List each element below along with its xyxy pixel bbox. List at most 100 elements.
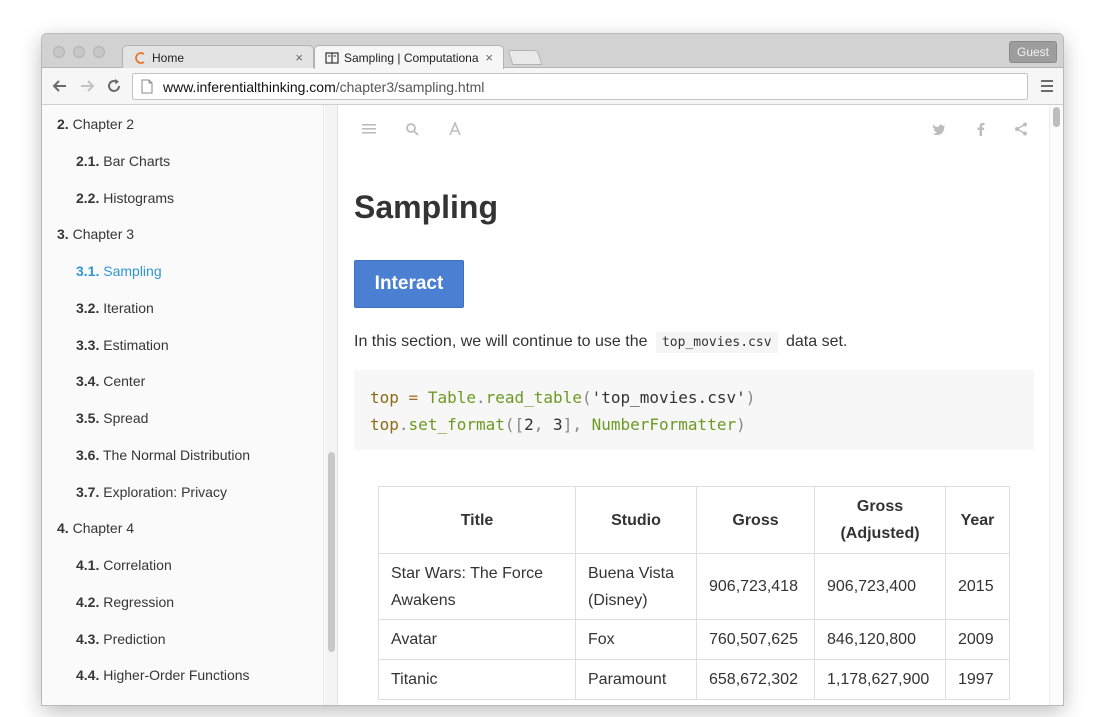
tab-sampling[interactable]: Sampling | Computational and ×: [314, 45, 504, 69]
column-header-year: Year: [945, 486, 1010, 554]
sidebar-item[interactable]: 4.1. Correlation: [76, 557, 172, 573]
sidebar-item[interactable]: 4. Chapter 4: [57, 520, 134, 536]
sidebar-item-number: 3.4.: [76, 373, 100, 390]
share-icon[interactable]: [1014, 122, 1028, 136]
new-tab-button[interactable]: [507, 50, 543, 65]
sidebar-item-label: Chapter 3: [72, 226, 135, 243]
hamburger-menu-icon[interactable]: [1041, 80, 1053, 92]
book-icon: [325, 51, 339, 64]
table-cell: 2009: [945, 619, 1010, 660]
search-icon[interactable]: [405, 122, 419, 136]
forward-arrow-icon[interactable]: [78, 77, 96, 95]
code-token: 2: [524, 415, 534, 434]
code-token: 3: [553, 415, 563, 434]
font-settings-icon[interactable]: [448, 122, 462, 136]
sidebar-item-number: 4.2.: [76, 593, 100, 610]
sidebar-item-label: Iteration: [103, 299, 154, 316]
code-token: 'top_movies.csv': [591, 388, 746, 407]
code-token: =: [398, 388, 428, 407]
table-cell: 906,723,400: [814, 553, 946, 620]
facebook-icon[interactable]: [974, 122, 988, 136]
sidebar-item[interactable]: 3.2. Iteration: [76, 300, 154, 316]
close-icon[interactable]: ×: [485, 50, 493, 65]
back-arrow-icon[interactable]: [51, 77, 69, 95]
movies-table: Title Studio Gross Gross (Adjusted) Year…: [378, 486, 1010, 700]
main-scrollbar-track[interactable]: [1049, 105, 1063, 705]
code-cell: top = Table.read_table('top_movies.csv')…: [354, 370, 1034, 450]
table-cell: Fox: [575, 619, 697, 660]
sidebar-item[interactable]: 3.7. Exploration: Privacy: [76, 484, 227, 500]
sidebar-item-number: 3.5.: [76, 410, 100, 426]
zoom-window-button[interactable]: [93, 46, 105, 58]
interact-button[interactable]: Interact: [354, 260, 464, 308]
table-cell: 760,507,625: [696, 619, 815, 660]
sidebar-item-number: 4.1.: [76, 557, 100, 573]
table-cell: Avatar: [378, 619, 576, 660]
sidebar-item[interactable]: 3.4. Center: [76, 373, 145, 389]
tab-strip: Home × Sampling | Computational and × Gu…: [42, 34, 1063, 69]
sidebar-item-number: 2.1.: [76, 152, 100, 169]
table-header-row: Title Studio Gross Gross (Adjusted) Year: [378, 486, 1010, 554]
address-bar[interactable]: www.inferentialthinking.com/chapter3/sam…: [132, 73, 1028, 100]
table-row: Titanic Paramount 658,672,302 1,178,627,…: [378, 659, 1010, 700]
page-title: Sampling: [354, 189, 499, 225]
sidebar-item-number: 3.3.: [76, 336, 100, 353]
code-token: ],: [562, 415, 592, 434]
column-header-studio: Studio: [575, 486, 697, 554]
main-scrollbar-thumb[interactable]: [1053, 107, 1060, 127]
reload-icon[interactable]: [105, 77, 123, 95]
table-cell: 2015: [945, 553, 1010, 620]
tab-home[interactable]: Home ×: [122, 45, 314, 69]
sidebar-item-label: Correlation: [103, 557, 172, 573]
sidebar-item[interactable]: 4.2. Regression: [76, 594, 174, 610]
sidebar-item-number: 3.6.: [76, 446, 100, 463]
sidebar-item-label: Exploration: Privacy: [103, 483, 227, 500]
code-line-1: top = Table.read_table('top_movies.csv'): [370, 384, 1018, 411]
url-host: www.inferentialthinking.com: [163, 78, 336, 95]
sidebar-item[interactable]: 3.3. Estimation: [76, 337, 169, 353]
sidebar-item[interactable]: 2. Chapter 2: [57, 116, 134, 132]
tab-label: Sampling | Computational and: [344, 50, 480, 65]
table-cell: Titanic: [378, 659, 576, 700]
sidebar-item[interactable]: 3.5. Spread: [76, 410, 148, 426]
table-row: Avatar Fox 760,507,625 846,120,800 2009: [378, 619, 1010, 660]
close-icon[interactable]: ×: [295, 50, 303, 65]
page-content: 2. Chapter 2 2.1. Bar Charts 2.2. Histogra…: [42, 105, 1063, 705]
column-header-gross: Gross: [696, 486, 815, 554]
sidebar-item-label: Bar Charts: [103, 152, 171, 169]
sidebar-item[interactable]: 4.4. Higher-Order Functions: [76, 667, 250, 683]
table-cell: Buena Vista (Disney): [575, 553, 697, 620]
twitter-icon[interactable]: [932, 122, 946, 136]
sidebar-item-label: Sampling: [103, 263, 162, 279]
sidebar-item-number: 3.: [57, 226, 69, 243]
sidebar-item-number: 3.1.: [76, 263, 100, 279]
close-window-button[interactable]: [53, 46, 65, 58]
url-path: /chapter3/sampling.html: [335, 78, 485, 95]
sidebar-item[interactable]: 2.1. Bar Charts: [76, 153, 170, 169]
minimize-window-button[interactable]: [73, 46, 85, 58]
sidebar-item-number: 4.: [57, 520, 69, 537]
table-cell: 846,120,800: [814, 619, 946, 660]
sidebar-item-number: 2.2.: [76, 189, 100, 206]
table-row: Star Wars: The Force Awakens Buena Vista…: [378, 553, 1010, 620]
code-token: Table: [427, 388, 476, 407]
sidebar-item[interactable]: 2.2. Histograms: [76, 190, 174, 206]
code-token: read_table: [485, 388, 582, 407]
table-cell: 906,723,418: [696, 553, 815, 620]
column-header-gross-adjusted: Gross (Adjusted): [814, 486, 946, 554]
sidebar-item[interactable]: 3.1. Sampling: [76, 263, 162, 279]
code-token: top: [370, 388, 399, 407]
intro-paragraph: In this section, we will continue to use…: [354, 332, 847, 353]
table-cell: 658,672,302: [696, 659, 815, 700]
toggle-sidebar-icon[interactable]: [362, 122, 376, 136]
sidebar-item[interactable]: 4.3. Prediction: [76, 631, 166, 647]
sidebar-item[interactable]: 3. Chapter 3: [57, 226, 134, 242]
guest-profile-button[interactable]: Guest: [1008, 41, 1057, 63]
sidebar-scrollbar[interactable]: [328, 452, 335, 652]
intro-text: In this section, we will continue to use…: [354, 333, 648, 350]
code-token: ,: [533, 415, 554, 434]
browser-window: Home × Sampling | Computational and × Gu…: [42, 34, 1063, 705]
code-token: ): [736, 415, 746, 434]
browser-toolbar: www.inferentialthinking.com/chapter3/sam…: [42, 68, 1063, 105]
sidebar-item[interactable]: 3.6. The Normal Distribution: [76, 447, 250, 463]
